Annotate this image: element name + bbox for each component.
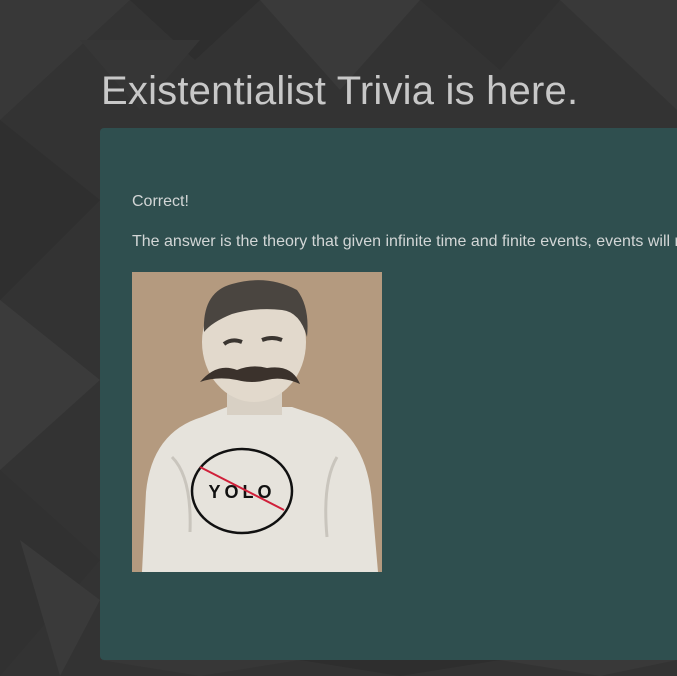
page-title: Existentialist Trivia is here. — [101, 69, 579, 113]
answer-image: YOLO — [132, 272, 382, 572]
result-status: Correct! — [132, 193, 189, 210]
shirt-text: YOLO — [208, 482, 275, 502]
answer-explanation: The answer is the theory that given infi… — [132, 233, 677, 250]
answer-card: Correct! The answer is the theory that g… — [100, 128, 677, 660]
